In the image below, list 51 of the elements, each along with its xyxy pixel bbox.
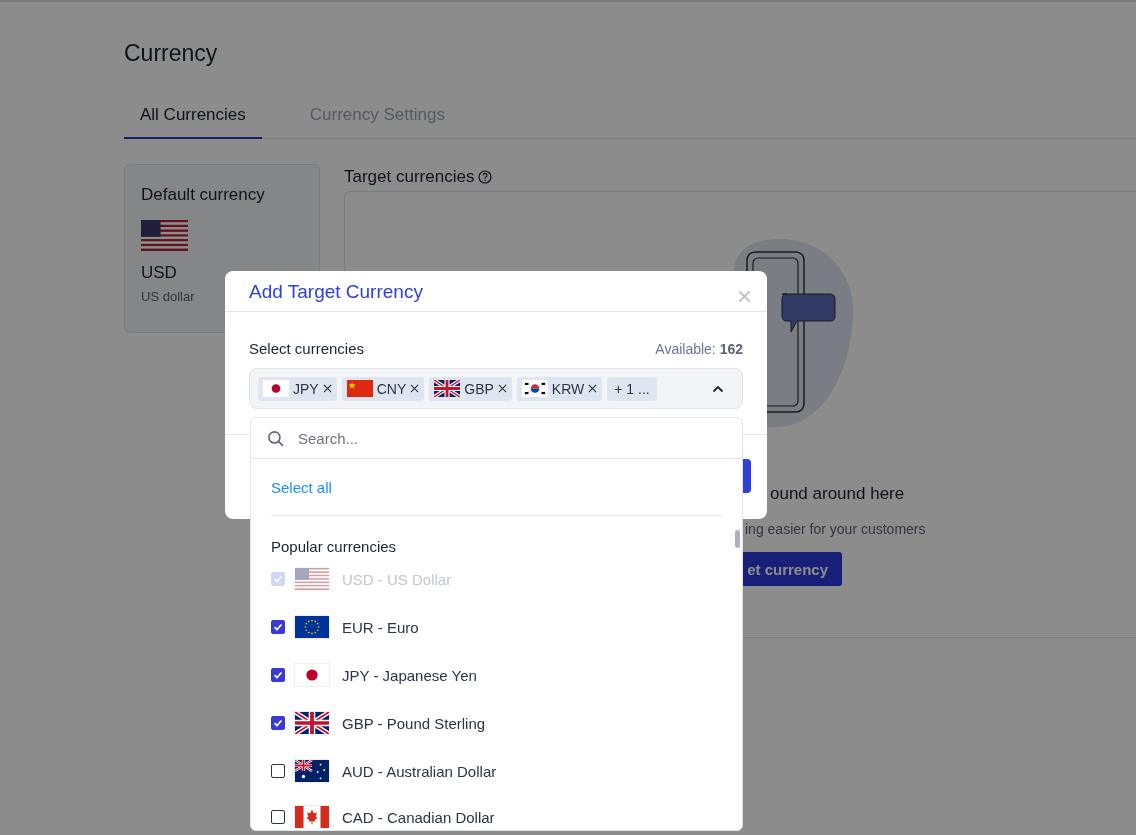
checkbox[interactable] [271,716,285,730]
chip-label: JPY [293,380,319,397]
option-label[interactable]: GBP - Pound Sterling [342,714,486,732]
option-label[interactable]: JPY - Japanese Yen [342,666,477,684]
flag-icon [434,380,461,397]
currency-select[interactable]: JPY CNY GBP KRW + 1 ... [249,368,743,409]
flag-icon [346,380,373,397]
search-icon [267,429,284,447]
check-icon [272,621,284,633]
chevron-up-icon[interactable] [712,384,724,393]
card-heading: Default currency [141,185,265,205]
tab[interactable]: All Currencies [124,105,262,139]
checkbox[interactable] [271,620,285,634]
group-heading: Popular currencies [271,538,398,555]
field-label: Select currencies [249,340,365,357]
flag-icon [294,805,330,829]
option-label[interactable]: AUD - Australian Dollar [342,762,497,780]
flag-icon [294,711,330,735]
scrollbar-thumb[interactable] [735,530,740,548]
flag-icon [294,759,330,783]
checkbox[interactable] [271,764,285,778]
more-chip: + 1 ... [607,376,657,401]
remove-icon[interactable] [410,384,420,393]
remove-icon[interactable] [497,384,507,393]
remove-icon[interactable] [322,384,332,393]
section-heading: Target currencies [344,167,475,187]
flag-icon [141,220,188,251]
chip-label: GBP [464,380,494,397]
check-icon [272,669,284,681]
dialog-title: Add Target Currency [249,281,423,303]
checkbox[interactable] [271,810,285,824]
flag-icon [263,380,289,397]
flag-icon [294,567,330,591]
flag-icon [294,663,330,687]
flag-icon [521,380,548,397]
checkbox[interactable] [271,668,285,682]
option-label[interactable]: CAD - Canadian Dollar [342,808,495,826]
currency-name: US dollar [141,289,195,304]
option-label[interactable]: EUR - Euro [342,618,419,636]
chip-label: KRW [551,380,585,397]
remove-icon[interactable] [588,384,598,393]
empty-state-title: ound around here [770,484,906,504]
page-title: Currency [124,40,219,67]
available-count: Available: 162 [655,341,743,357]
empty-state-text: ing easier for your customers [745,521,927,537]
currency-code: USD [141,263,177,283]
chip-label: CNY [376,380,407,397]
check-icon [272,573,284,585]
check-icon [272,717,284,729]
help-icon[interactable] [478,170,493,184]
flag-icon [294,615,330,639]
